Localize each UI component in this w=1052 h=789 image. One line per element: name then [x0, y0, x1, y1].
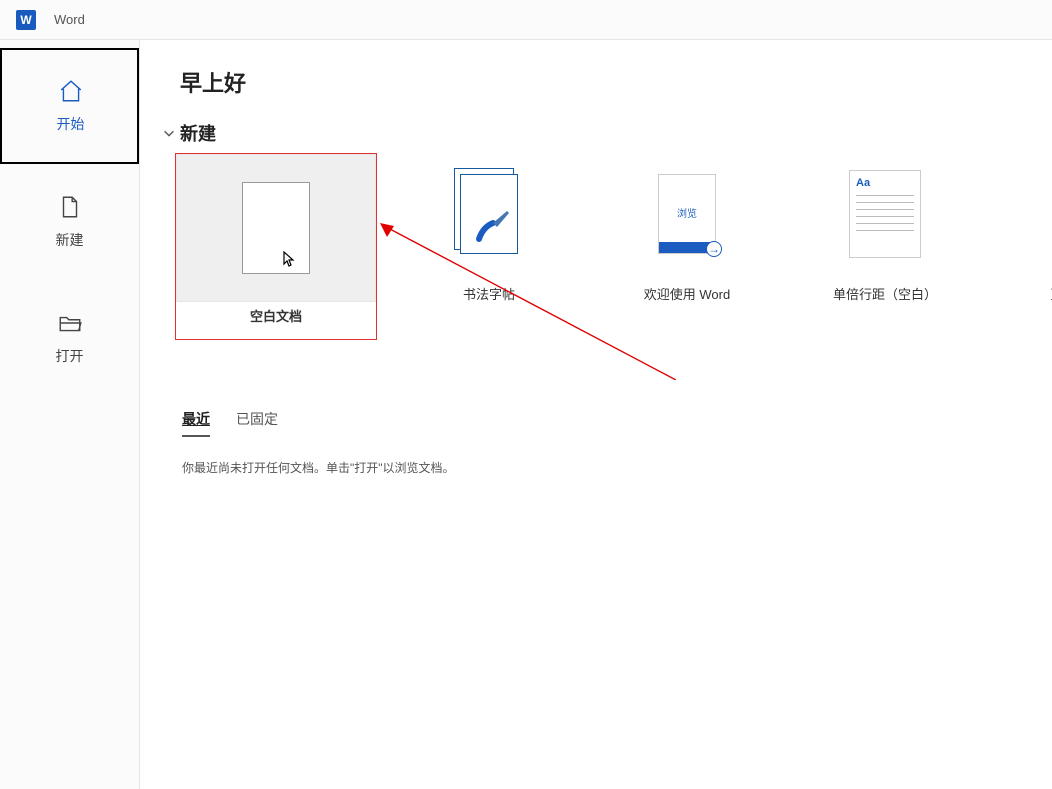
new-file-icon	[57, 194, 83, 220]
template-label: 单倍行距（空白）	[833, 284, 937, 303]
template-single-spacing[interactable]: Aa 单倍行距（空白）	[800, 154, 970, 339]
template-thumbnail	[404, 154, 574, 274]
arrow-right-icon: →	[706, 241, 722, 257]
open-folder-icon	[57, 310, 83, 336]
template-label: 书法字帖	[463, 284, 515, 303]
sidebar-item-open[interactable]: 打开	[0, 280, 139, 396]
template-blank-document[interactable]: 空白文档	[176, 154, 376, 339]
welcome-preview-text: 浏览	[659, 205, 715, 220]
blank-page-icon	[242, 182, 310, 274]
main-content: 早上好 新建 空白文档	[140, 40, 1052, 789]
tab-recent[interactable]: 最近	[182, 409, 210, 437]
sidebar-item-home[interactable]: 开始	[0, 48, 139, 164]
sidebar-item-label: 打开	[56, 346, 84, 366]
app-title: Word	[54, 12, 85, 27]
recent-tabs: 最近 已固定	[182, 409, 1052, 437]
section-title: 新建	[180, 120, 216, 146]
template-calligraphy[interactable]: 书法字帖	[404, 154, 574, 339]
brush-icon	[473, 207, 513, 247]
sidebar: 开始 新建 打开	[0, 40, 140, 789]
spacing-preview-text: Aa	[856, 177, 914, 189]
template-label: 欢迎使用 Word	[644, 284, 730, 303]
tab-pinned[interactable]: 已固定	[236, 409, 278, 437]
chevron-down-icon	[162, 126, 176, 140]
template-row: 空白文档 书法字帖 浏览	[176, 154, 1052, 339]
template-thumbnail: Aa	[800, 154, 970, 274]
template-thumbnail	[176, 154, 376, 302]
home-icon	[58, 78, 84, 104]
word-app-icon: W	[16, 10, 36, 30]
template-label: 空白文档	[250, 306, 302, 325]
template-blue-gray-resume[interactable]: 蓝灰色简历	[998, 154, 1052, 339]
welcome-thumb-icon: 浏览 →	[658, 174, 716, 254]
greeting-heading: 早上好	[180, 66, 1052, 98]
sidebar-item-label: 新建	[56, 230, 84, 250]
sidebar-item-new[interactable]: 新建	[0, 164, 139, 280]
spacing-thumb-icon: Aa	[849, 170, 921, 258]
template-thumbnail	[998, 154, 1052, 274]
template-thumbnail: 浏览 →	[602, 154, 772, 274]
cursor-icon	[283, 251, 295, 267]
calligraphy-icon	[460, 174, 518, 254]
template-welcome-word[interactable]: 浏览 → 欢迎使用 Word	[602, 154, 772, 339]
new-section-header[interactable]: 新建	[162, 120, 1052, 146]
empty-recent-message: 你最近尚未打开任何文档。单击"打开"以浏览文档。	[182, 459, 1052, 476]
sidebar-item-label: 开始	[57, 114, 85, 134]
title-bar: W Word	[0, 0, 1052, 40]
